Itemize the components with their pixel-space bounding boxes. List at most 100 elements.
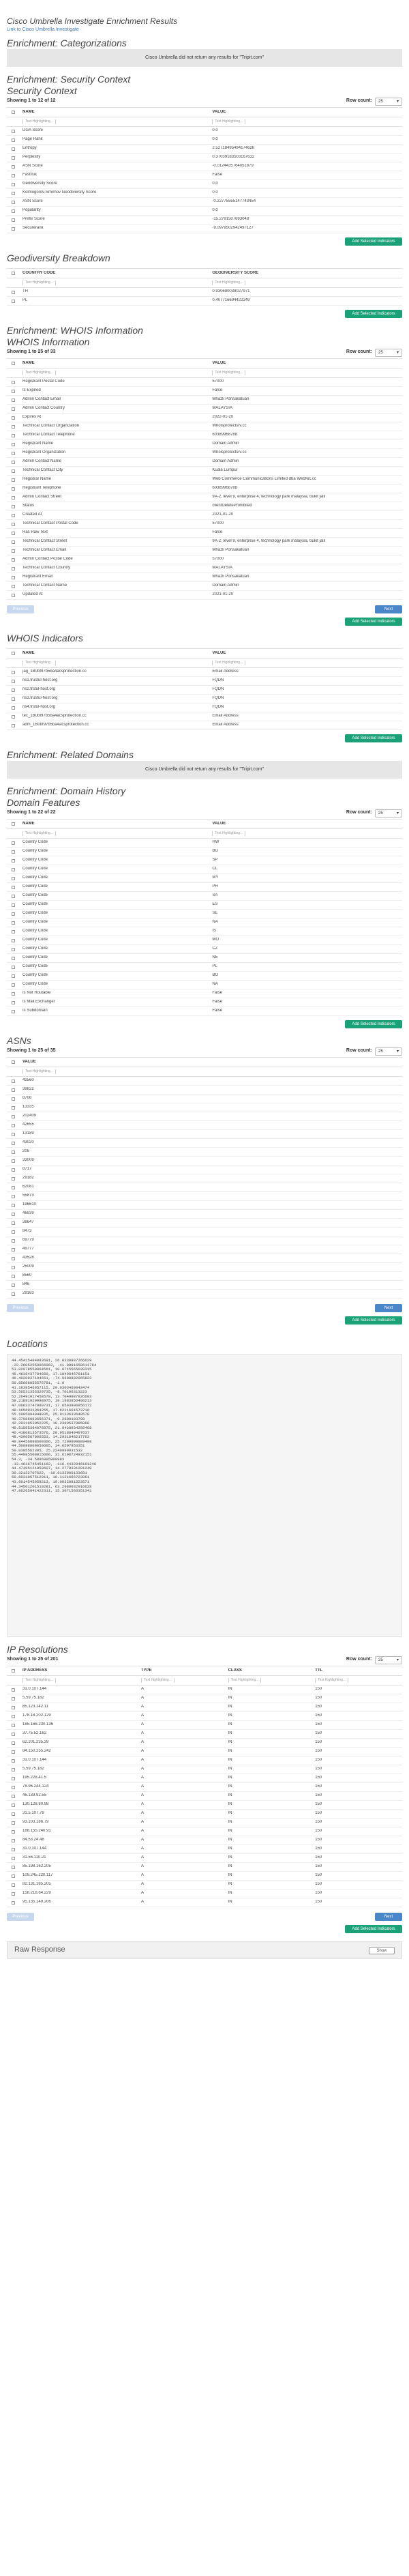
column-header[interactable]: VALUE (210, 110, 392, 115)
row-checkbox[interactable] (12, 566, 15, 570)
column-header[interactable]: IP ADDRESS (20, 1668, 139, 1673)
column-header[interactable]: COUNTRY CODE (20, 271, 210, 276)
row-checkbox[interactable] (12, 1821, 15, 1825)
row-checkbox[interactable] (12, 156, 15, 160)
row-checkbox[interactable] (12, 1088, 15, 1092)
row-checkbox[interactable] (12, 714, 15, 719)
row-checkbox[interactable] (12, 983, 15, 987)
row-checkbox[interactable] (12, 1847, 15, 1851)
row-checkbox[interactable] (12, 1256, 15, 1260)
row-checkbox[interactable] (12, 147, 15, 151)
column-header[interactable]: CLASS (226, 1668, 314, 1673)
row-checkbox[interactable] (12, 584, 15, 588)
select-all-checkbox[interactable] (12, 652, 15, 655)
row-checkbox[interactable] (12, 299, 15, 303)
row-checkbox[interactable] (12, 290, 15, 294)
row-checkbox[interactable] (12, 1856, 15, 1860)
row-checkbox[interactable] (12, 992, 15, 996)
row-checkbox[interactable] (12, 593, 15, 597)
row-checkbox[interactable] (12, 929, 15, 934)
column-header[interactable]: VALUE (20, 1060, 402, 1065)
row-checkbox[interactable] (12, 1892, 15, 1896)
row-checkbox[interactable] (12, 424, 15, 429)
row-checkbox[interactable] (12, 138, 15, 142)
next-button[interactable]: Next (375, 1913, 402, 1921)
row-checkbox[interactable] (12, 1194, 15, 1198)
row-checkbox[interactable] (12, 1696, 15, 1701)
filter-input[interactable]: Text Highlighting... (22, 280, 56, 286)
filter-input[interactable]: Text Highlighting... (22, 1677, 56, 1683)
filter-input[interactable]: Text Highlighting... (22, 370, 56, 376)
row-checkbox[interactable] (12, 407, 15, 411)
row-checkbox[interactable] (12, 947, 15, 951)
row-checkbox[interactable] (12, 1123, 15, 1127)
select-all-checkbox[interactable] (12, 111, 15, 114)
row-checkbox[interactable] (12, 876, 15, 880)
row-checkbox[interactable] (12, 1714, 15, 1718)
row-checkbox[interactable] (12, 1741, 15, 1745)
row-checkbox[interactable] (12, 1079, 15, 1083)
row-checkbox[interactable] (12, 451, 15, 455)
row-checkbox[interactable] (12, 549, 15, 553)
row-checkbox[interactable] (12, 1230, 15, 1234)
row-checkbox[interactable] (12, 1150, 15, 1154)
filter-input[interactable]: Text Highlighting... (22, 119, 56, 125)
row-checkbox[interactable] (12, 1185, 15, 1189)
row-checkbox[interactable] (12, 531, 15, 535)
row-checkbox[interactable] (12, 1000, 15, 1004)
row-checkbox[interactable] (12, 218, 15, 222)
row-checkbox[interactable] (12, 697, 15, 701)
column-header[interactable]: NAME (20, 361, 210, 366)
column-header[interactable]: VALUE (210, 822, 392, 826)
row-checkbox[interactable] (12, 706, 15, 710)
row-checkbox[interactable] (12, 965, 15, 969)
row-checkbox[interactable] (12, 956, 15, 960)
select-all-checkbox[interactable] (12, 272, 15, 275)
select-all-checkbox[interactable] (12, 1669, 15, 1673)
column-header[interactable]: NAME (20, 651, 210, 656)
add-selected-indicators-button[interactable]: Add Selected Indicators (345, 237, 402, 246)
row-checkbox[interactable] (12, 1159, 15, 1163)
row-checkbox[interactable] (12, 389, 15, 393)
row-checkbox[interactable] (12, 1732, 15, 1736)
column-header[interactable]: VALUE (210, 651, 392, 656)
row-checkbox[interactable] (12, 1900, 15, 1905)
row-checkbox[interactable] (12, 1723, 15, 1727)
column-header[interactable]: NAME (20, 110, 210, 115)
row-checkbox[interactable] (12, 164, 15, 169)
row-count-select[interactable]: 25 ▾ (375, 809, 402, 817)
add-selected-indicators-button[interactable]: Add Selected Indicators (345, 734, 402, 742)
row-checkbox[interactable] (12, 688, 15, 692)
previous-button[interactable]: Previous (7, 1913, 34, 1921)
row-checkbox[interactable] (12, 858, 15, 863)
show-raw-button[interactable]: Show (369, 1946, 395, 1954)
previous-button[interactable]: Previous (7, 1304, 34, 1312)
next-button[interactable]: Next (375, 605, 402, 613)
filter-input[interactable]: Text Highlighting... (315, 1677, 349, 1683)
row-checkbox[interactable] (12, 903, 15, 907)
row-checkbox[interactable] (12, 1105, 15, 1110)
row-checkbox[interactable] (12, 1212, 15, 1216)
row-checkbox[interactable] (12, 495, 15, 500)
add-selected-indicators-button[interactable]: Add Selected Indicators (345, 1020, 402, 1028)
column-header[interactable]: GEODIVERSITY SCORE (210, 271, 392, 276)
row-checkbox[interactable] (12, 442, 15, 446)
row-checkbox[interactable] (12, 1812, 15, 1816)
row-checkbox[interactable] (12, 575, 15, 579)
filter-input[interactable]: Text Highlighting... (22, 830, 56, 837)
select-all-checkbox[interactable] (12, 362, 15, 365)
column-header[interactable]: TYPE (139, 1668, 226, 1673)
row-checkbox[interactable] (12, 679, 15, 683)
row-checkbox[interactable] (12, 670, 15, 674)
filter-input[interactable]: Text Highlighting... (141, 1677, 175, 1683)
row-checkbox[interactable] (12, 191, 15, 195)
row-checkbox[interactable] (12, 1874, 15, 1878)
select-all-checkbox[interactable] (12, 1060, 15, 1064)
row-checkbox[interactable] (12, 1168, 15, 1172)
add-selected-indicators-button[interactable]: Add Selected Indicators (345, 1925, 402, 1933)
row-count-select[interactable]: 25 ▾ (375, 348, 402, 357)
row-checkbox[interactable] (12, 513, 15, 517)
row-checkbox[interactable] (12, 416, 15, 420)
filter-input[interactable]: Text Highlighting... (22, 1069, 56, 1075)
row-checkbox[interactable] (12, 433, 15, 437)
